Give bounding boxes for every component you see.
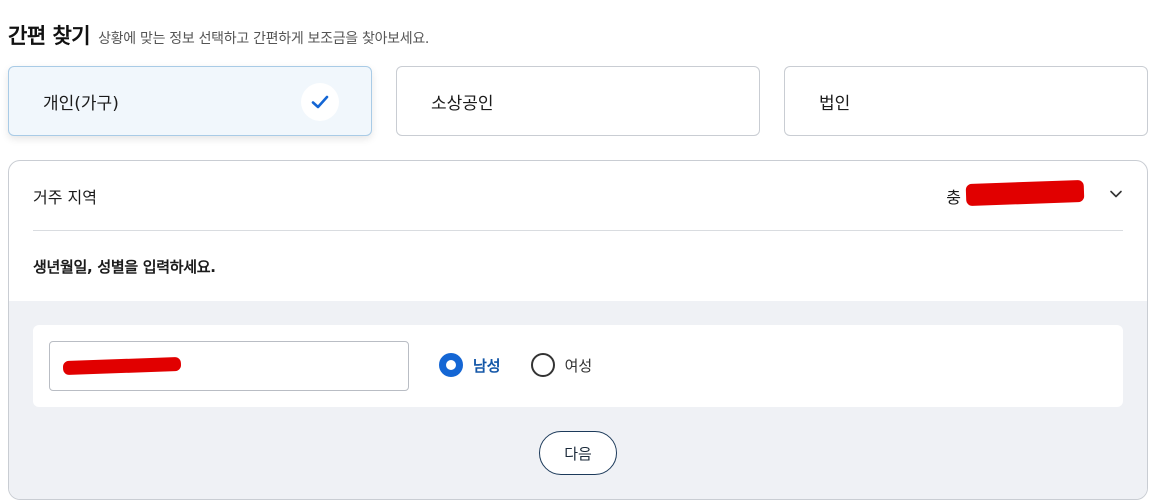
region-label: 거주 지역: [33, 187, 97, 207]
input-area: 남성 여성 다음: [9, 301, 1147, 499]
chevron-down-icon[interactable]: [1109, 186, 1123, 205]
search-panel: 거주 지역 충 생년월일, 성별을 입력하세요. 남성 여성 다음: [8, 160, 1148, 500]
gender-radio-group: 남성 여성: [439, 353, 622, 377]
form-instruction: 생년월일, 성별을 입력하세요.: [33, 258, 216, 276]
type-card-label: 법인: [819, 93, 851, 114]
page-title: 간편 찾기: [8, 24, 91, 48]
region-value-wrap[interactable]: 충: [946, 179, 1123, 208]
next-button[interactable]: 다음: [539, 431, 617, 475]
type-card-corporation[interactable]: 법인: [784, 66, 1148, 136]
page-header: 간편 찾기 상황에 맞는 정보 선택하고 간편하게 보조금을 찾아보세요.: [8, 20, 429, 50]
radio-unchecked-icon: [530, 353, 555, 377]
type-card-label: 개인(가구): [43, 93, 119, 114]
region-value: 충: [946, 187, 961, 207]
check-icon: [301, 83, 339, 121]
gender-female-radio[interactable]: 여성: [530, 353, 593, 377]
gender-male-label: 남성: [473, 356, 501, 375]
type-card-label: 소상공인: [431, 93, 494, 114]
gender-female-label: 여성: [564, 356, 593, 375]
type-card-small-business[interactable]: 소상공인: [396, 66, 760, 136]
redaction-mark: [965, 179, 1085, 206]
region-selector[interactable]: 거주 지역 충: [33, 161, 1123, 231]
type-card-individual[interactable]: 개인(가구): [8, 66, 372, 136]
page-subtitle: 상황에 맞는 정보 선택하고 간편하게 보조금을 찾아보세요.: [98, 31, 430, 47]
input-box: 남성 여성: [33, 325, 1123, 407]
radio-checked-icon: [439, 353, 463, 377]
gender-male-radio[interactable]: 남성: [439, 353, 501, 377]
